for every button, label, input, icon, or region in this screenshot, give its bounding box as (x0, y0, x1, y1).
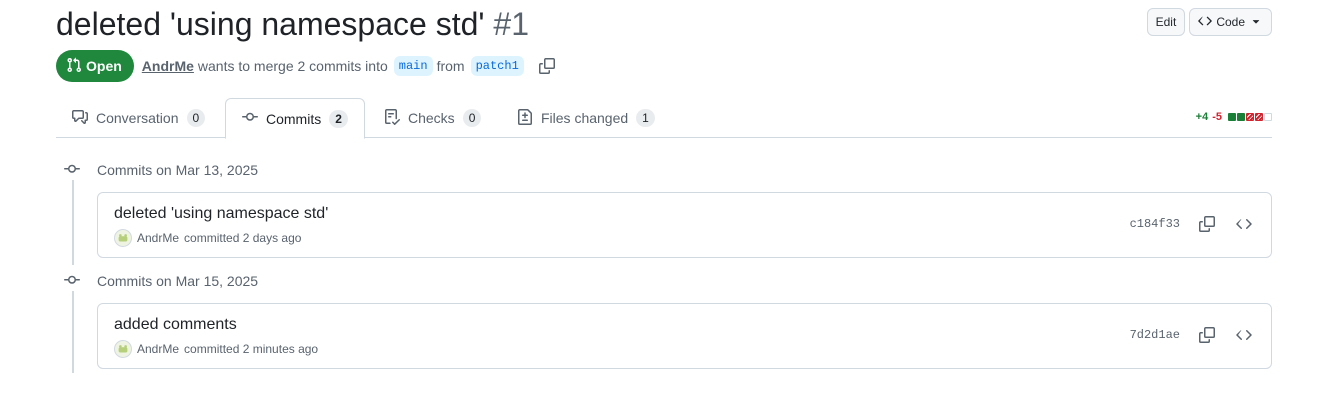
file-diff-icon (517, 108, 533, 128)
commit-author[interactable]: AndrMe (137, 342, 179, 356)
diffstat-blocks (1228, 113, 1272, 121)
head-branch[interactable]: patch1 (470, 56, 524, 76)
commit-time: committed 2 days ago (184, 231, 302, 245)
commit-author[interactable]: AndrMe (137, 231, 179, 245)
timeline-line (72, 291, 74, 373)
code-button[interactable]: Code (1189, 8, 1272, 36)
additions-count: +4 (1195, 111, 1209, 123)
pr-number: #1 (493, 6, 529, 42)
commit-sha[interactable]: 7d2d1ae (1130, 328, 1180, 342)
state-label: Open (86, 58, 122, 74)
git-pull-request-icon (66, 57, 82, 76)
browse-code-icon[interactable] (1233, 213, 1255, 235)
tab-counter: 0 (186, 109, 206, 127)
base-branch[interactable]: main (393, 56, 433, 76)
from-text: from (436, 58, 465, 74)
diffstat-block-red (1246, 113, 1254, 121)
copy-icon[interactable] (1196, 324, 1218, 346)
state-badge: Open (56, 50, 134, 82)
code-icon (1198, 14, 1213, 31)
commit-message[interactable]: deleted 'using namespace std' (114, 205, 328, 223)
avatar[interactable] (114, 229, 132, 247)
checklist-icon (384, 108, 401, 128)
tab-label: Checks (408, 110, 455, 126)
author-link[interactable]: AndrMe (142, 58, 194, 74)
tab-label: Conversation (96, 110, 179, 126)
diffstat-block-red (1255, 113, 1263, 121)
commit-message[interactable]: added comments (114, 316, 237, 334)
commit-actions: c184f33 (1130, 213, 1255, 235)
tab-counter: 0 (462, 109, 482, 127)
commit-sha[interactable]: c184f33 (1130, 217, 1180, 231)
avatar[interactable] (114, 340, 132, 358)
commit-meta: AndrMe committed 2 minutes ago (114, 340, 318, 358)
commit-time: committed 2 minutes ago (184, 342, 319, 356)
tab-counter: 1 (636, 109, 655, 127)
timeline-line (72, 180, 74, 265)
tab-conversation[interactable]: Conversation 0 (56, 98, 221, 138)
header-actions: Edit Code (1146, 8, 1272, 36)
commit-group-header: Commits on Mar 13, 2025 (64, 160, 258, 180)
tab-label: Commits (266, 110, 322, 127)
pr-tabs: Conversation 0 Commits 2 Checks 0 Files … (56, 98, 1272, 139)
tab-label: Files changed (541, 110, 629, 126)
comment-discussion-icon (72, 109, 88, 128)
pr-title: deleted 'using namespace std' #1 (56, 4, 529, 44)
pr-meta: Open AndrMe wants to merge 2 commits int… (56, 50, 556, 82)
edit-button-label: Edit (1155, 15, 1177, 29)
git-commit-icon (64, 271, 97, 291)
commit-group-date: Commits on Mar 15, 2025 (97, 273, 259, 289)
triangle-down-icon (1249, 14, 1263, 31)
tab-checks[interactable]: Checks 0 (368, 98, 497, 138)
git-commit-icon (64, 160, 97, 180)
tab-commits[interactable]: Commits 2 (225, 98, 365, 139)
tab-files-changed[interactable]: Files changed 1 (501, 98, 671, 138)
commit-meta: AndrMe committed 2 days ago (114, 229, 301, 247)
tab-counter: 2 (329, 109, 348, 128)
copy-icon[interactable] (538, 57, 556, 75)
commit-group-header: Commits on Mar 15, 2025 (64, 271, 258, 291)
browse-code-icon[interactable] (1233, 324, 1255, 346)
git-commit-icon (242, 109, 258, 128)
diffstat-block-green (1237, 113, 1245, 121)
diffstat-block-green (1228, 113, 1236, 121)
edit-button[interactable]: Edit (1146, 8, 1186, 36)
commit-card: deleted 'using namespace std' AndrMe com… (97, 192, 1272, 258)
merge-text: wants to merge 2 commits into (197, 58, 388, 74)
diffstat[interactable]: +4 -5 (1196, 111, 1272, 123)
diffstat-block-empty (1264, 113, 1272, 121)
commit-group-date: Commits on Mar 13, 2025 (97, 162, 259, 178)
copy-icon[interactable] (1196, 213, 1218, 235)
commit-actions: 7d2d1ae (1130, 324, 1255, 346)
deletions-count: -5 (1212, 111, 1222, 123)
commit-card: added comments AndrMe committed 2 minute… (97, 303, 1272, 369)
pr-title-text: deleted 'using namespace std' (56, 6, 485, 42)
code-button-label: Code (1216, 15, 1245, 29)
